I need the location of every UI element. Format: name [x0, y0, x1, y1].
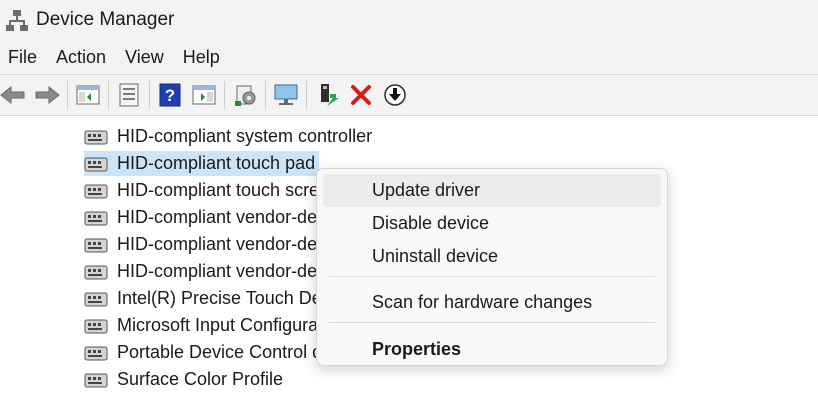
tree-item[interactable]: Portable Device Control d	[84, 340, 326, 365]
forward-arrow-icon	[35, 85, 60, 105]
properties-button[interactable]	[116, 82, 142, 108]
uninstall-button[interactable]	[348, 82, 374, 108]
tree-item-label: HID-compliant vendor-de	[117, 234, 318, 254]
back-arrow-icon	[0, 85, 25, 105]
tree-item[interactable]: Intel(R) Precise Touch Dev	[84, 286, 335, 311]
tree-item[interactable]: HID-compliant system controller	[84, 124, 376, 149]
action-pane-button[interactable]	[191, 82, 217, 108]
forward-button[interactable]	[34, 82, 60, 108]
toolbar-separator	[108, 81, 109, 109]
computer-icon	[274, 84, 298, 105]
toolbar-separator	[224, 81, 225, 109]
show-hide-console-tree-button[interactable]	[75, 82, 101, 108]
tree-item-label: HID-compliant touch scre	[117, 180, 320, 200]
properties-icon	[119, 83, 139, 107]
tree-item[interactable]: Microsoft Input Configura	[84, 313, 322, 338]
help-icon: ?	[159, 83, 181, 107]
tree-item[interactable]: Surface Color Profile	[84, 367, 287, 392]
menu-separator	[329, 276, 655, 277]
title-bar: Device Manager	[0, 0, 818, 40]
back-button[interactable]	[0, 82, 26, 108]
toolbar-separator	[265, 81, 266, 109]
toolbar-separator	[67, 81, 68, 109]
toolbar: ?	[0, 74, 818, 116]
device-manager-icon	[6, 10, 28, 31]
hid-device-icon	[84, 184, 108, 198]
properties-menu-item[interactable]: Properties	[323, 333, 661, 366]
update-driver-menu-item[interactable]: Update driver	[323, 174, 661, 207]
tree-item-label: HID-compliant vendor-de	[117, 207, 318, 227]
update-driver-icon	[321, 84, 339, 106]
window-title: Device Manager	[36, 9, 175, 30]
tree-item[interactable]: HID-compliant vendor-de	[84, 205, 321, 230]
hid-device-icon	[84, 346, 108, 360]
uninstall-icon	[351, 85, 371, 105]
uninstall-device-menu-item[interactable]: Uninstall device	[323, 240, 661, 273]
menu-view[interactable]: View	[117, 47, 175, 68]
menu-help[interactable]: Help	[175, 47, 231, 68]
hid-device-icon	[84, 265, 108, 279]
menu-separator	[329, 322, 655, 323]
scan-hardware-button[interactable]	[232, 82, 258, 108]
hid-device-icon	[84, 292, 108, 306]
scan-hardware-icon	[235, 85, 256, 106]
update-driver-button[interactable]	[314, 82, 340, 108]
toolbar-separator	[149, 81, 150, 109]
hid-device-icon	[84, 373, 108, 387]
disable-device-button[interactable]	[382, 82, 408, 108]
help-button[interactable]: ?	[157, 82, 183, 108]
tree-item-label: HID-compliant touch pad	[117, 153, 316, 173]
tree-item-label: Surface Color Profile	[117, 369, 284, 389]
hid-device-icon	[84, 130, 108, 144]
hid-device-icon	[84, 238, 108, 252]
tree-item[interactable]: HID-compliant vendor-de	[84, 232, 321, 257]
tree-item-label: Intel(R) Precise Touch Dev	[117, 288, 331, 308]
tree-item[interactable]: HID-compliant vendor-de	[84, 259, 321, 284]
svg-text:?: ?	[165, 86, 175, 105]
tree-item-label: Portable Device Control d	[117, 342, 323, 362]
tree-item-label: HID-compliant vendor-de	[117, 261, 318, 281]
tree-item[interactable]: HID-compliant touch scre	[84, 178, 323, 203]
hid-device-icon	[84, 319, 108, 333]
hid-device-icon	[84, 211, 108, 225]
menu-bar: File Action View Help	[0, 40, 818, 74]
disable-device-menu-item[interactable]: Disable device	[323, 207, 661, 240]
action-pane-icon	[192, 85, 216, 105]
show-hide-console-tree-icon	[76, 85, 100, 105]
tree-item-selected[interactable]: HID-compliant touch pad	[84, 151, 320, 176]
tree-item-label: Microsoft Input Configura	[117, 315, 319, 335]
disable-device-icon	[384, 84, 406, 106]
hid-device-icon	[84, 157, 108, 171]
context-menu: Update driver Disable device Uninstall d…	[316, 168, 668, 366]
toolbar-separator	[306, 81, 307, 109]
menu-action[interactable]: Action	[48, 47, 117, 68]
scan-hardware-menu-item[interactable]: Scan for hardware changes	[323, 286, 661, 319]
menu-file[interactable]: File	[0, 47, 48, 68]
computer-button[interactable]	[273, 82, 299, 108]
tree-item-label: HID-compliant system controller	[117, 126, 373, 146]
